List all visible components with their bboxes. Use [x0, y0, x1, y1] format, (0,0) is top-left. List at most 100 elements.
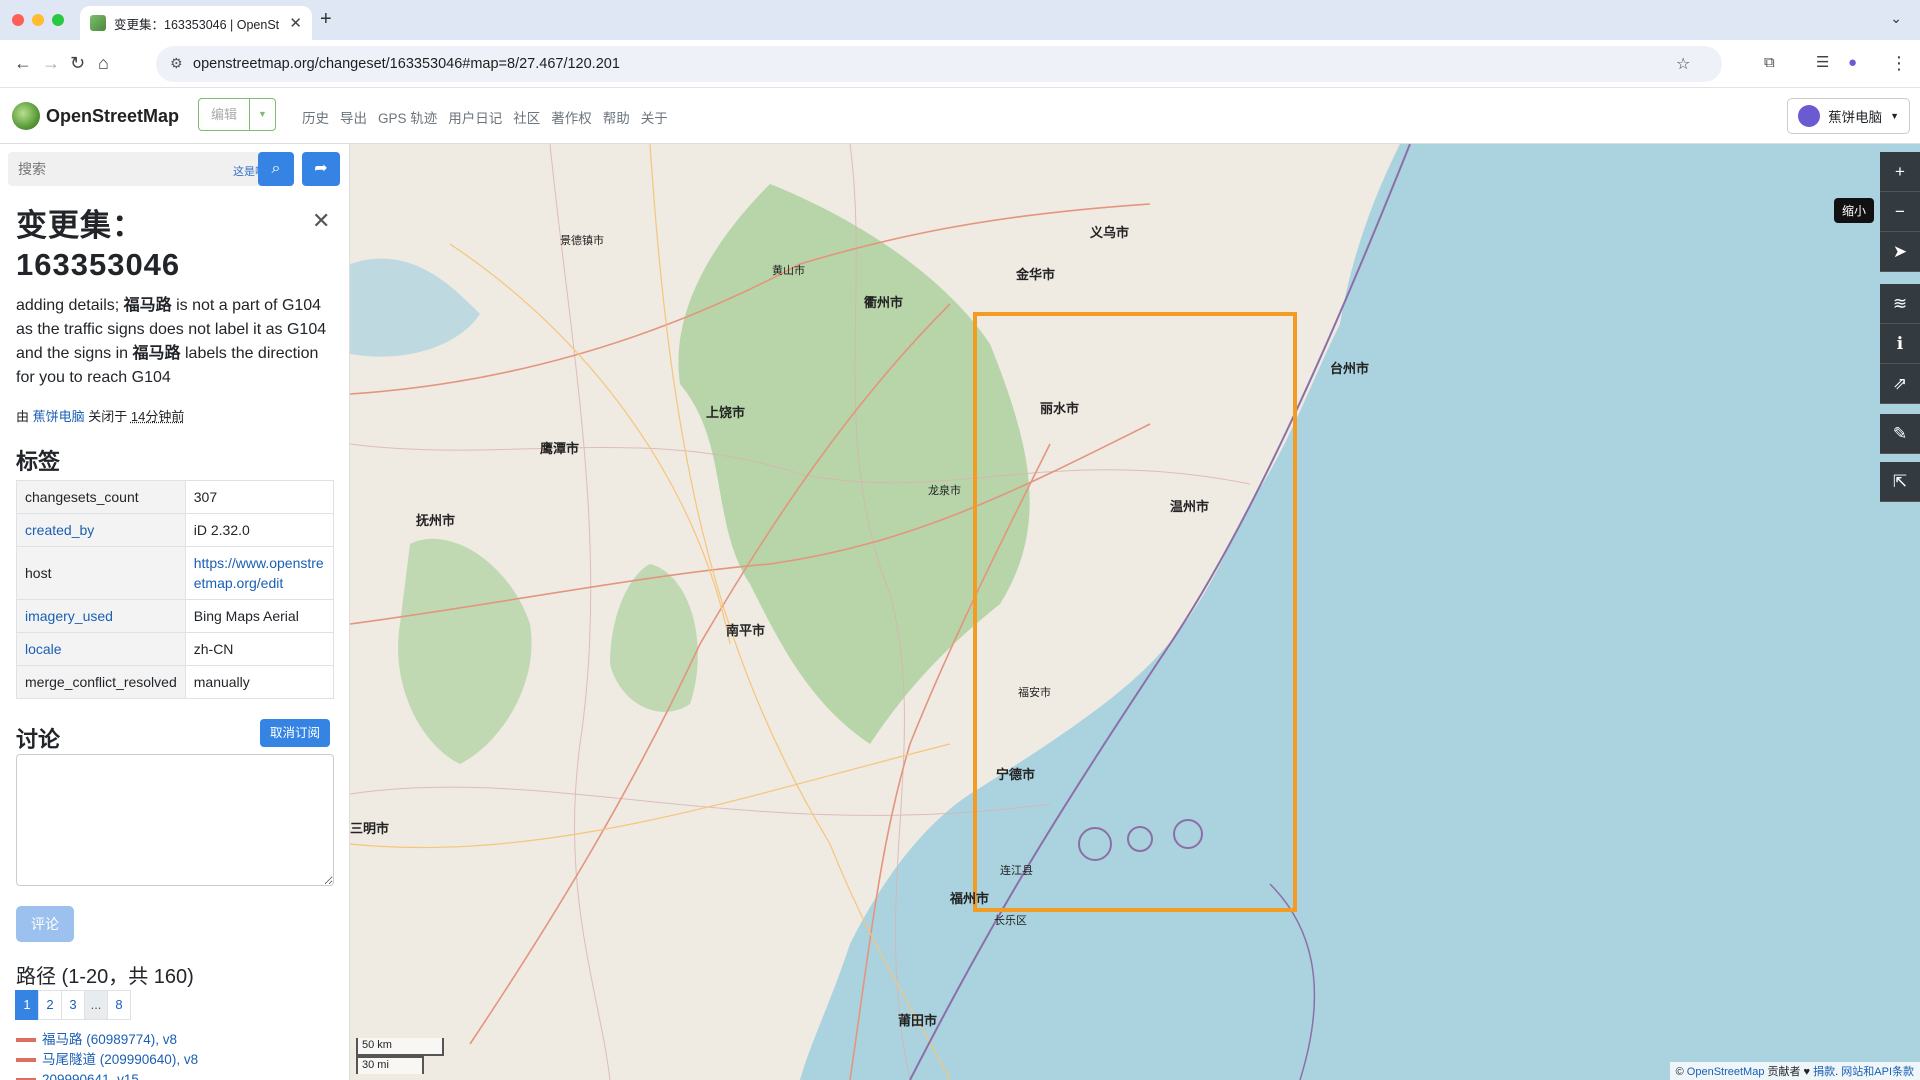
new-tab-icon[interactable]: +: [320, 8, 332, 31]
nav-history[interactable]: 历史: [302, 107, 329, 127]
tag-value: manually: [184, 665, 335, 699]
osm-favicon-icon: [90, 15, 106, 31]
way-link[interactable]: 福马路 (60989774), v8: [42, 1030, 177, 1050]
tag-value: Bing Maps Aerial: [184, 599, 335, 633]
zoom-out-button[interactable]: −: [1880, 192, 1920, 232]
tag-key[interactable]: locale: [16, 632, 186, 666]
road-line-icon: [16, 1038, 36, 1042]
way-link[interactable]: 209990641, v15: [42, 1070, 139, 1080]
nav-help[interactable]: 帮助: [603, 107, 630, 127]
layers-button[interactable]: ≋: [1880, 284, 1920, 324]
by-label: 由: [16, 409, 30, 424]
directions-button[interactable]: ➦: [302, 152, 340, 186]
nav-user-diaries[interactable]: 用户日记: [448, 107, 502, 127]
map-view[interactable]: 黄山市 景德镇市 衢州市 金华市 义乌市 上饶市 鹰潭市 抚州市 丽水市 台州市…: [350, 144, 1920, 1080]
city-label: 福安市: [1018, 687, 1051, 699]
home-icon[interactable]: ⌂: [98, 53, 109, 73]
osm-logo[interactable]: OpenStreetMap: [12, 102, 179, 130]
page-link[interactable]: 2: [38, 990, 62, 1020]
site-info-icon[interactable]: ⚙: [170, 55, 183, 72]
browser-tab[interactable]: 变更集：163353046 | OpenSt ✕: [80, 6, 312, 40]
nav-copyright[interactable]: 著作权: [551, 107, 592, 127]
changeset-title: 变更集：163353046: [16, 208, 181, 282]
reload-icon[interactable]: ↻: [70, 53, 85, 73]
author-link[interactable]: 蕉饼电脑: [33, 409, 85, 424]
note-control: ✎: [1880, 414, 1920, 454]
scale-bar: 50 km 30 mi: [356, 1038, 444, 1074]
nav-about[interactable]: 关于: [641, 107, 668, 127]
changeset-description: adding details; 福马路 is not a part of G10…: [16, 294, 341, 390]
city-label: 连江县: [1000, 865, 1033, 877]
city-label: 衢州市: [864, 295, 904, 310]
city-label: 义乌市: [1090, 225, 1130, 240]
search-box: 这是哪里？: [8, 152, 294, 186]
unsubscribe-button[interactable]: 取消订阅: [260, 719, 331, 747]
tab-search-chevron-icon[interactable]: ⌄: [1890, 10, 1902, 27]
forest-area: [398, 538, 532, 764]
ways-heading: 路径 (1-20，共 160): [16, 966, 194, 988]
reading-list-icon[interactable]: ☰: [1816, 53, 1829, 73]
query-features-button[interactable]: ⇱: [1880, 462, 1920, 502]
nav-communities[interactable]: 社区: [513, 107, 540, 127]
edit-button-group[interactable]: 编辑 ▼: [198, 98, 277, 131]
maximize-window-button[interactable]: [52, 14, 64, 26]
profile-icon[interactable]: ●: [1848, 53, 1857, 73]
browser-menu-icon[interactable]: ⋮: [1890, 53, 1908, 73]
location-arrow-icon: ➤: [1892, 242, 1908, 261]
browser-tab-strip: 变更集：163353046 | OpenSt ✕ + ⌄: [0, 0, 1920, 40]
osm-header: OpenStreetMap 编辑 ▼ 历史 导出 GPS 轨迹 用户日记 社区 …: [0, 88, 1920, 144]
tag-key[interactable]: imagery_used: [16, 599, 186, 633]
tag-key[interactable]: created_by: [16, 513, 186, 547]
table-row: locale zh-CN: [16, 632, 335, 666]
avatar: [1798, 105, 1821, 127]
close-tab-icon[interactable]: ✕: [289, 14, 302, 32]
add-note-button[interactable]: ✎: [1880, 414, 1920, 454]
page-link[interactable]: 3: [61, 990, 85, 1020]
user-menu-button[interactable]: 蕉饼电脑 ▼: [1787, 98, 1910, 134]
way-link[interactable]: 马尾隧道 (209990640), v8: [42, 1050, 198, 1070]
tag-value[interactable]: https://www.openstreetmap.org/edit: [184, 546, 335, 600]
city-label: 上饶市: [706, 405, 746, 420]
city-label: 龙泉市: [928, 485, 961, 497]
minimize-window-button[interactable]: [32, 14, 44, 26]
list-item[interactable]: 马尾隧道 (209990640), v8: [16, 1050, 198, 1070]
map-key-button[interactable]: ℹ: [1880, 324, 1920, 364]
search-input[interactable]: [8, 152, 168, 186]
edit-button[interactable]: 编辑: [199, 99, 249, 130]
city-label: 抚州市: [416, 513, 456, 528]
page-ellipsis: ...: [84, 990, 108, 1020]
donate-link[interactable]: 捐款: [1813, 1066, 1835, 1078]
comment-button[interactable]: 评论: [16, 906, 74, 942]
back-icon[interactable]: ←: [14, 53, 32, 73]
extensions-icon[interactable]: ⧉: [1764, 53, 1775, 73]
list-item[interactable]: 福马路 (60989774), v8: [16, 1030, 198, 1050]
table-row: changesets_count 307: [16, 480, 335, 514]
comment-textarea[interactable]: [16, 754, 334, 886]
city-label: 南平市: [726, 623, 766, 638]
city-label: 莆田市: [898, 1013, 938, 1028]
bookmark-star-icon[interactable]: ☆: [1676, 54, 1690, 74]
edit-dropdown-chevron-icon[interactable]: ▼: [249, 99, 275, 130]
page-link[interactable]: 1: [15, 990, 39, 1020]
osm-attribution-link[interactable]: OpenStreetMap: [1687, 1066, 1765, 1078]
header-nav: 历史 导出 GPS 轨迹 用户日记 社区 著作权 帮助 关于: [302, 107, 668, 127]
address-bar[interactable]: ⚙ openstreetmap.org/changeset/163353046#…: [156, 46, 1722, 82]
nav-export[interactable]: 导出: [340, 107, 367, 127]
zoom-in-button[interactable]: +: [1880, 152, 1920, 192]
map-panel-controls: ≋ ℹ ⇗: [1880, 284, 1920, 404]
forward-icon[interactable]: →: [42, 53, 60, 73]
search-button[interactable]: ⌕: [258, 152, 294, 186]
osm-logo-icon: [12, 102, 40, 130]
city-label: 鹰潭市: [540, 441, 580, 456]
terms-link[interactable]: 网站和API条款: [1841, 1066, 1914, 1078]
attribution-text: ©: [1675, 1066, 1687, 1078]
close-sidebar-icon[interactable]: ✕: [312, 208, 330, 234]
close-window-button[interactable]: [12, 14, 24, 26]
ways-pagination: 1 2 3 ... 8: [15, 990, 131, 1020]
locate-button[interactable]: ➤: [1880, 232, 1920, 272]
share-button[interactable]: ⇗: [1880, 364, 1920, 404]
nav-gps-traces[interactable]: GPS 轨迹: [378, 107, 437, 127]
page-link[interactable]: 8: [107, 990, 131, 1020]
sidebar: 这是哪里？ ⌕ ➦ 变更集：163353046 ✕ adding details…: [0, 144, 350, 1080]
list-item[interactable]: 209990641, v15: [16, 1070, 198, 1080]
